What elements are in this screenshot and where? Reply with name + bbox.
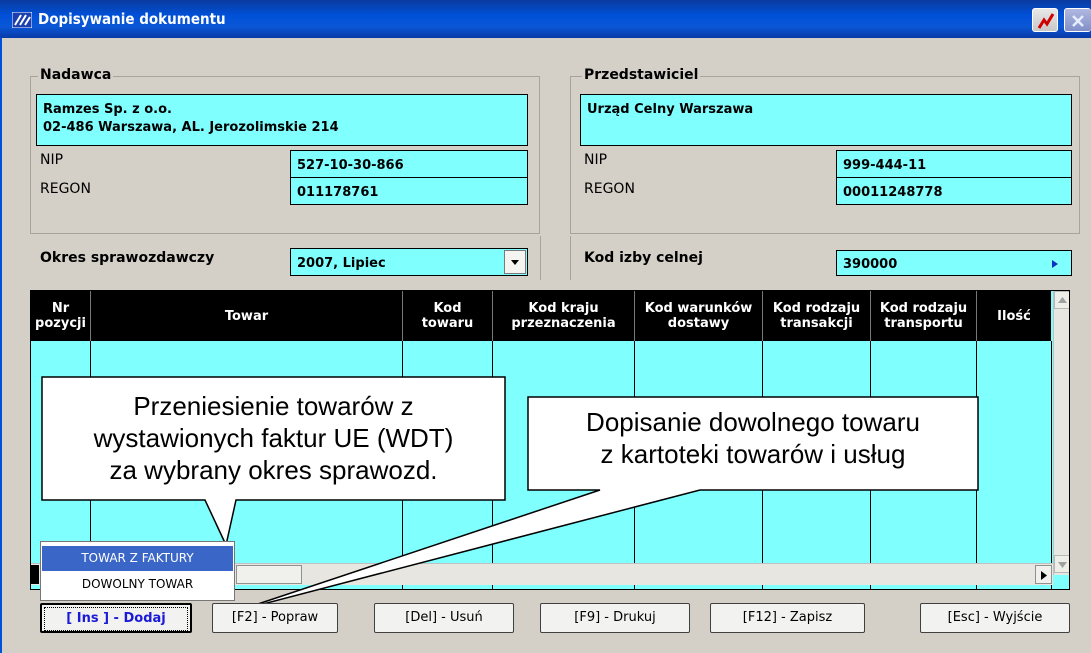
callout-line: z kartoteki towarów i usług: [600, 439, 906, 469]
add-button[interactable]: [ Ins ] - Dodaj: [40, 603, 192, 633]
callout-line: za wybrany okres sprawozd.: [109, 455, 438, 485]
menu-item-dowolny-towar[interactable]: DOWOLNY TOWAR: [42, 572, 233, 597]
right-callout-text: Dopisanie dowolnego towaru z kartoteki t…: [528, 406, 978, 470]
delete-button[interactable]: [Del] - Usuń: [374, 603, 514, 633]
print-button[interactable]: [F9] - Drukuj: [540, 603, 690, 633]
callout-line: wystawionych faktur UE (WDT): [93, 423, 454, 453]
edit-button[interactable]: [F2] - Popraw: [212, 603, 338, 633]
add-popup-menu: TOWAR Z FAKTURY DOWOLNY TOWAR: [40, 541, 235, 601]
save-button[interactable]: [F12] - Zapisz: [710, 603, 865, 633]
menu-item-towar-z-faktury[interactable]: TOWAR Z FAKTURY: [42, 546, 233, 571]
exit-button[interactable]: [Esc] - Wyjście: [920, 603, 1070, 633]
left-callout-text: Przeniesienie towarów z wystawionych fak…: [42, 390, 505, 486]
callout-line: Dopisanie dowolnego towaru: [586, 407, 920, 437]
add-button-label: [ Ins ] - Dodaj: [44, 607, 188, 631]
callout-line: Przeniesienie towarów z: [133, 391, 414, 421]
